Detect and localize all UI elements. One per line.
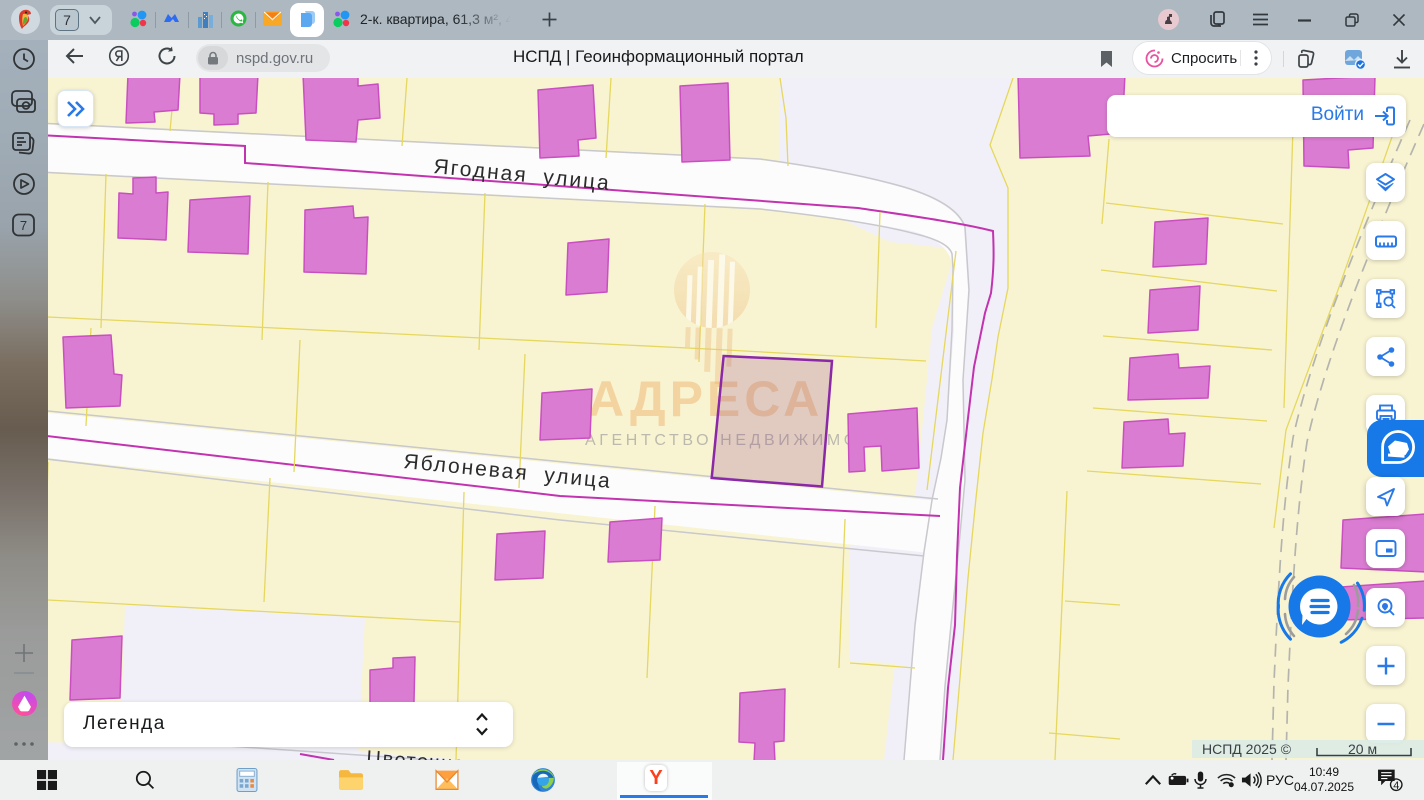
svg-text:7: 7 bbox=[20, 218, 27, 233]
svg-text:4: 4 bbox=[1393, 780, 1399, 792]
